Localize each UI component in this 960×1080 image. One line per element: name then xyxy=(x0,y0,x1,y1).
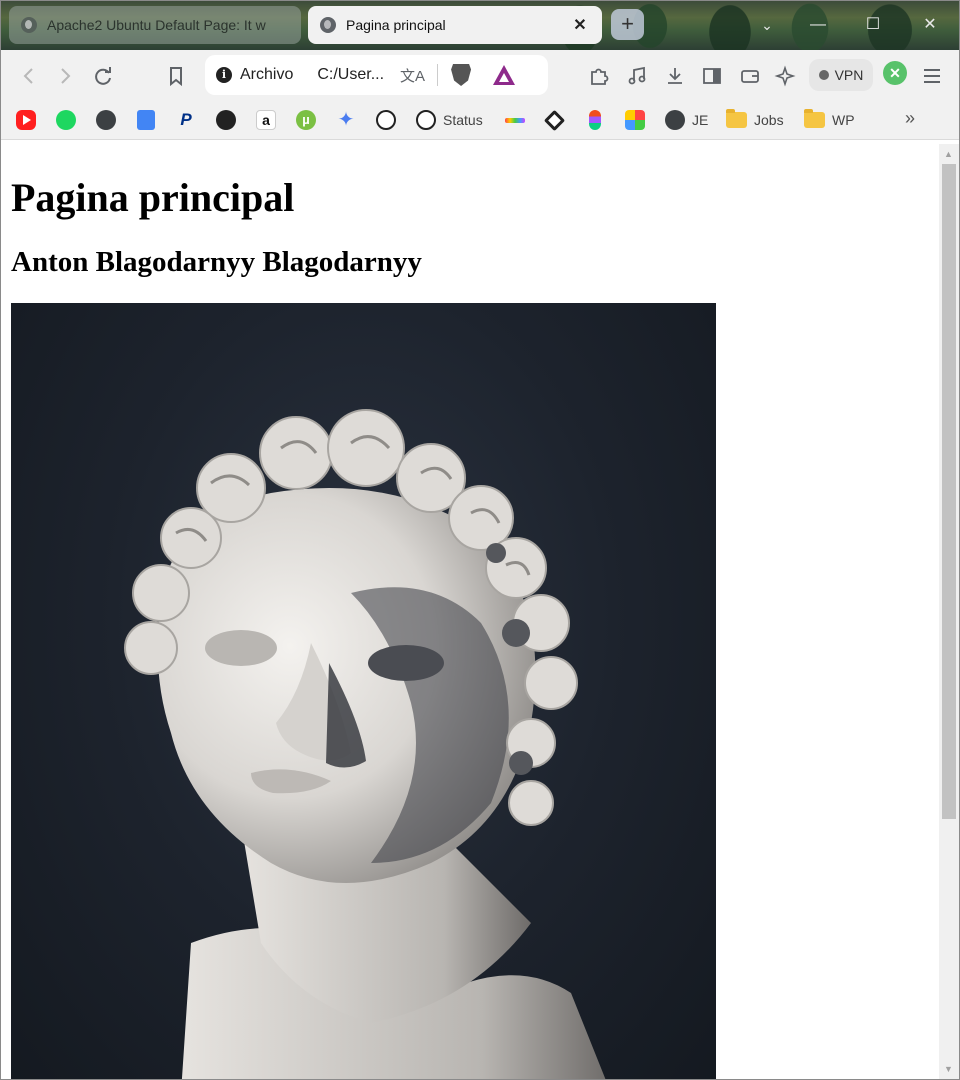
extension-x-icon[interactable]: ✕ xyxy=(883,61,907,85)
vpn-status-icon xyxy=(818,70,829,80)
wallet-button[interactable] xyxy=(737,63,763,89)
media-button[interactable] xyxy=(624,63,650,89)
bookmark-youtube[interactable] xyxy=(16,109,36,131)
url-text[interactable]: C:/User... xyxy=(317,66,384,84)
bookmark-gemini[interactable]: ✦ xyxy=(336,109,356,131)
sparkle-icon xyxy=(774,65,796,87)
statue-bust-image xyxy=(11,303,716,1079)
bookmark-utorrent[interactable]: µ xyxy=(296,109,316,131)
menu-button[interactable] xyxy=(919,63,945,89)
folder-icon xyxy=(804,109,825,128)
codepen-icon xyxy=(543,109,566,131)
tab-pagina-principal[interactable]: Pagina principal ✕ xyxy=(308,6,602,44)
color-bar-icon xyxy=(505,117,525,123)
minimize-button[interactable]: — xyxy=(798,12,838,38)
scheme-label: Archivo xyxy=(240,66,294,83)
title-bar: Apache2 Ubuntu Default Page: It w Pagina… xyxy=(0,0,960,50)
sidebar-icon xyxy=(703,68,721,84)
globe-icon xyxy=(21,17,37,33)
bookmark-folder-wp[interactable]: WP xyxy=(804,109,855,131)
brave-shields-icon[interactable] xyxy=(451,64,472,86)
spotify-icon xyxy=(56,110,76,130)
globe-icon xyxy=(320,17,336,33)
bookmark-spotify[interactable] xyxy=(56,109,76,131)
brave-rewards-icon[interactable] xyxy=(493,65,516,85)
statue-illustration xyxy=(124,409,606,1079)
bookmark-label: WP xyxy=(832,112,855,128)
bookmark-paypal[interactable]: P xyxy=(176,109,196,131)
scroll-up-icon[interactable]: ▲ xyxy=(944,149,953,159)
maximize-button[interactable]: ☐ xyxy=(853,12,893,38)
close-window-button[interactable]: ✕ xyxy=(910,12,950,38)
bookmark-label: Jobs xyxy=(754,112,784,128)
bookmark-icon xyxy=(170,67,182,87)
scroll-down-icon[interactable]: ▼ xyxy=(944,1064,953,1074)
more-bookmarks-button[interactable]: » xyxy=(905,108,915,129)
extensions-button[interactable] xyxy=(586,63,612,89)
downloads-button[interactable] xyxy=(662,63,688,89)
tab-search-button[interactable]: ⌄ xyxy=(747,12,787,38)
utorrent-icon: µ xyxy=(296,110,316,130)
chatgpt-icon xyxy=(416,110,436,130)
bookmark-label: Status xyxy=(443,112,483,128)
folder-icon xyxy=(726,109,747,128)
bookmark-app[interactable] xyxy=(625,109,645,131)
bookmark-docs[interactable] xyxy=(137,109,155,131)
chevron-left-icon xyxy=(23,68,33,84)
bookmark-label: JE xyxy=(692,112,709,128)
gemini-icon: ✦ xyxy=(337,109,355,131)
bookmark-chatgpt[interactable] xyxy=(376,109,396,131)
app-icon xyxy=(625,110,645,130)
bookmarks-bar: P a µ ✦ Status JE Jobs WP xyxy=(0,100,960,140)
bookmark-codepen[interactable] xyxy=(543,109,566,131)
google-docs-icon xyxy=(137,110,155,130)
music-note-icon xyxy=(628,66,646,85)
download-icon xyxy=(668,68,682,84)
reload-icon xyxy=(95,67,111,85)
bookmark-status[interactable]: Status xyxy=(416,109,483,131)
globe-icon xyxy=(665,110,685,130)
bookmark-button[interactable] xyxy=(163,63,189,89)
scrollbar-thumb[interactable] xyxy=(942,164,956,819)
paypal-icon: P xyxy=(180,110,192,129)
sidebar-button[interactable] xyxy=(699,63,725,89)
puzzle-icon xyxy=(591,68,609,85)
info-icon[interactable]: i xyxy=(216,67,232,83)
chatgpt-icon xyxy=(376,110,396,130)
globe-icon xyxy=(96,110,116,130)
tab-title: Pagina principal xyxy=(346,17,446,33)
figma-icon xyxy=(589,110,601,130)
chevron-right-icon xyxy=(61,68,71,84)
bookmark-je[interactable]: JE xyxy=(665,109,708,131)
bookmark-amazon[interactable]: a xyxy=(256,109,276,131)
bookmark-folder-jobs[interactable]: Jobs xyxy=(726,109,784,131)
close-tab-button[interactable]: ✕ xyxy=(570,15,590,35)
hamburger-menu-icon xyxy=(924,69,940,83)
page-subtitle: Anton Blagodarnyy Blagodarnyy xyxy=(11,246,422,278)
new-tab-button[interactable]: + xyxy=(611,9,644,40)
divider xyxy=(437,64,439,86)
github-icon xyxy=(216,110,236,130)
vpn-button[interactable]: VPN xyxy=(809,59,873,91)
page-title: Pagina principal xyxy=(11,175,295,220)
bookmark-globe[interactable] xyxy=(96,109,116,131)
vpn-label: VPN xyxy=(834,67,864,83)
amazon-icon: a xyxy=(256,110,276,130)
bookmark-color-bar[interactable] xyxy=(505,109,525,131)
page-scrollbar[interactable]: ▲ ▼ xyxy=(939,144,959,1079)
tab-apache2[interactable]: Apache2 Ubuntu Default Page: It w xyxy=(9,6,301,44)
bookmark-figma[interactable] xyxy=(589,109,601,131)
back-button[interactable] xyxy=(16,63,42,89)
address-bar[interactable]: i Archivo C:/User... 文A xyxy=(205,55,548,95)
wallet-icon xyxy=(741,70,759,83)
leo-ai-button[interactable] xyxy=(774,63,800,89)
toolbar: i Archivo C:/User... 文A VPN xyxy=(0,50,960,100)
page-viewport: Pagina principal Anton Blagodarnyy Blago… xyxy=(1,144,938,1079)
reload-button[interactable] xyxy=(90,63,116,89)
bookmark-github[interactable] xyxy=(216,109,236,131)
forward-button[interactable] xyxy=(52,63,78,89)
tab-title: Apache2 Ubuntu Default Page: It w xyxy=(47,17,266,33)
translate-icon[interactable]: 文A xyxy=(400,65,425,86)
youtube-icon xyxy=(16,110,36,130)
